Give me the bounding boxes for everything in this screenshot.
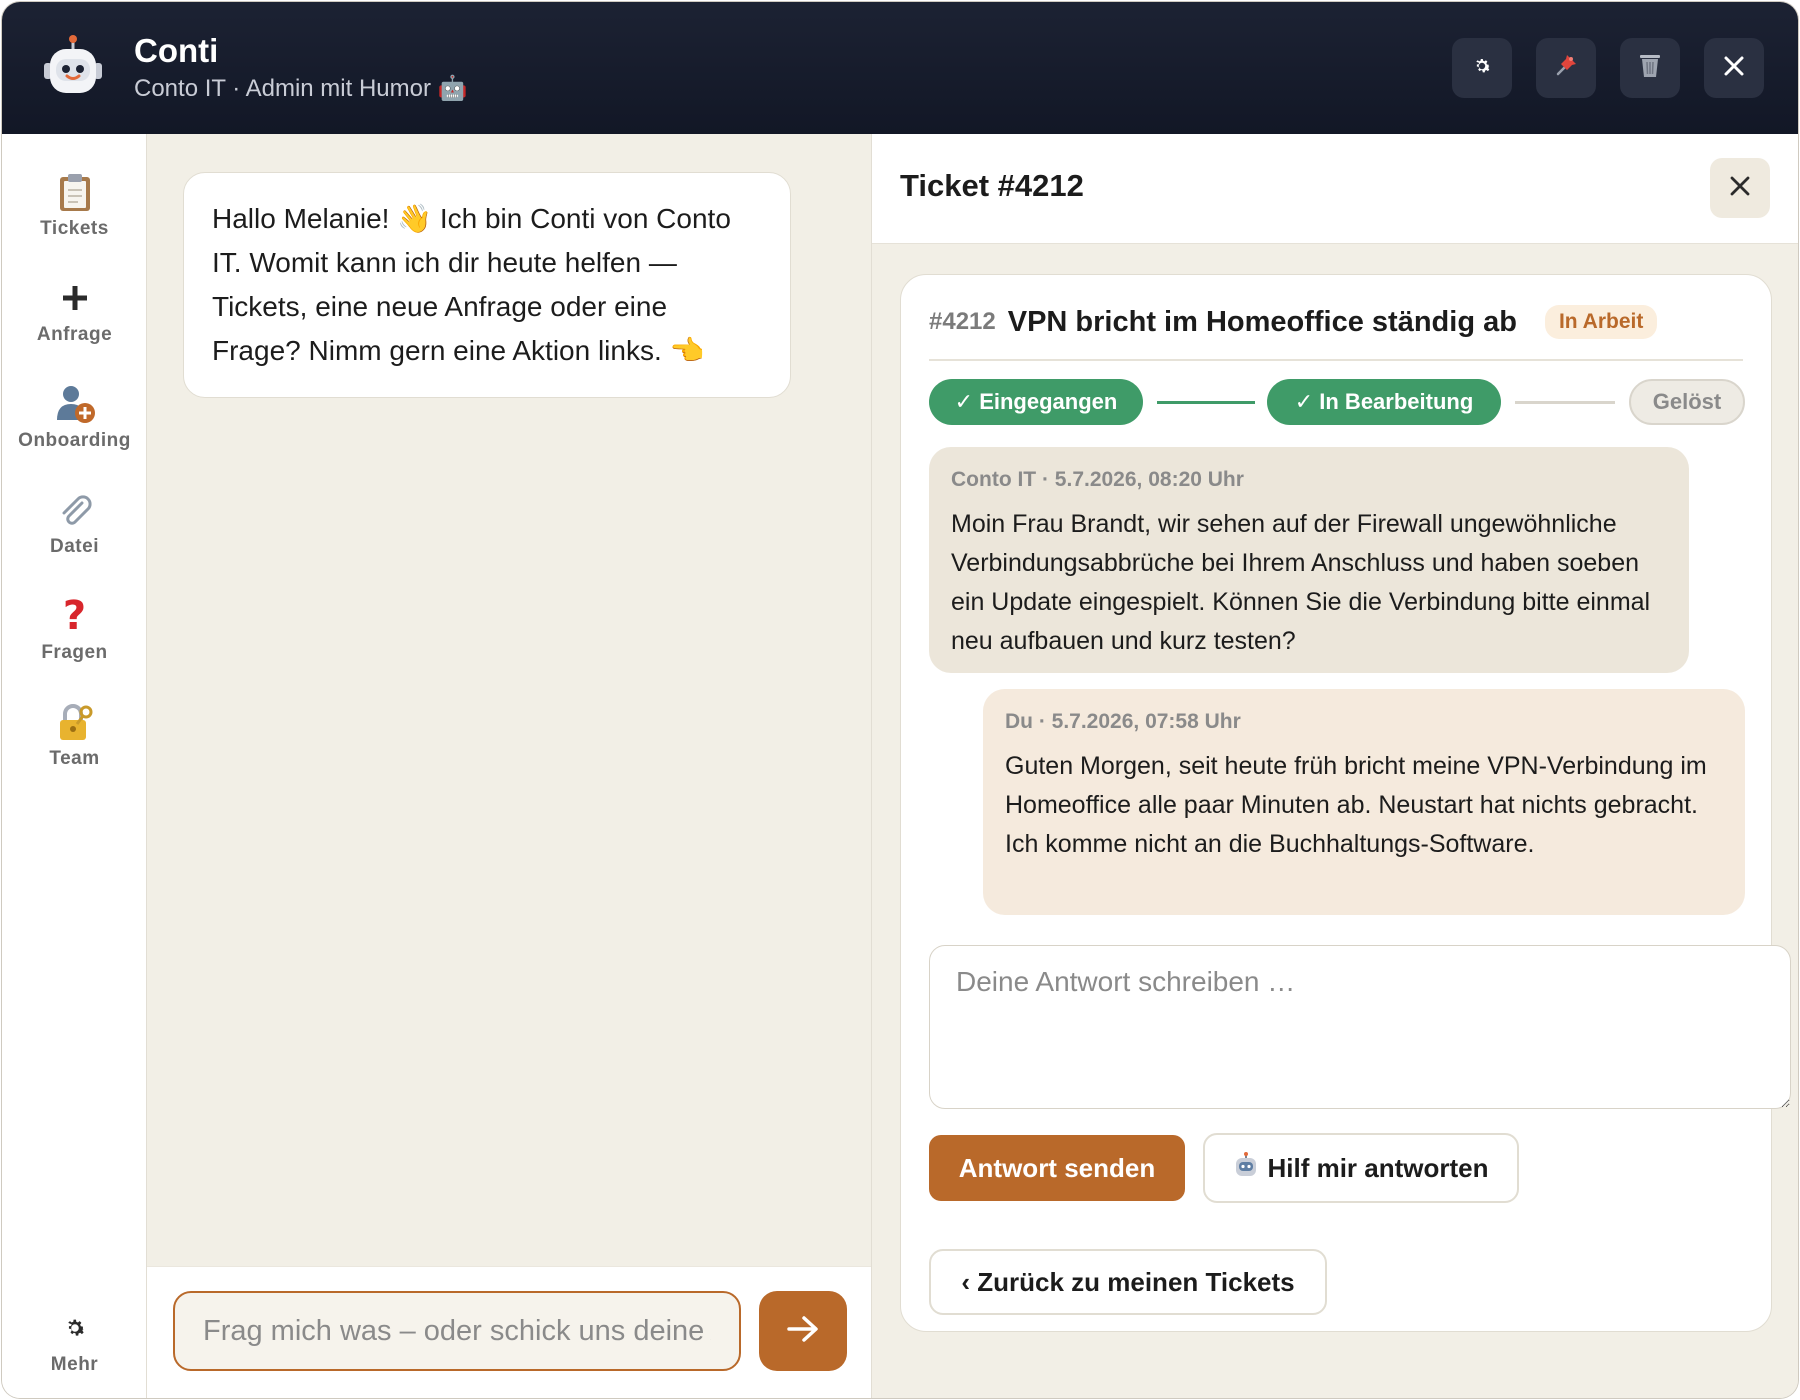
sidebar-item-mehr[interactable]: Mehr xyxy=(2,1306,147,1396)
pin-button[interactable] xyxy=(1536,38,1596,98)
chat-area: Hallo Melanie! 👋 Ich bin Conti von Conto… xyxy=(147,134,871,1398)
sidebar-item-fragen[interactable]: ? Fragen xyxy=(2,594,147,684)
chat-composer xyxy=(147,1266,871,1398)
message-meta: Du · 5.7.2026, 07:58 Uhr xyxy=(1005,710,1241,733)
header-actions xyxy=(1452,38,1764,98)
send-message-button[interactable] xyxy=(759,1291,847,1371)
sidebar-item-tickets[interactable]: Tickets xyxy=(2,170,147,260)
message-text: Moin Frau Brandt, wir sehen auf der Fire… xyxy=(951,510,1651,655)
close-ticket-button[interactable] xyxy=(1710,158,1770,218)
sidebar-item-label: Tickets xyxy=(40,218,109,239)
sidebar-item-label: Onboarding xyxy=(18,430,131,451)
message-text: Guten Morgen, seit heute früh bricht mei… xyxy=(1005,752,1707,858)
app-title: Conti xyxy=(134,32,219,69)
staff-message: Conto IT · 5.7.2026, 08:20 Uhr Moin Frau… xyxy=(929,447,1689,673)
sidebar-item-datei[interactable]: Datei xyxy=(2,488,147,578)
robot-avatar-icon xyxy=(40,35,106,101)
ticket-panel-header: Ticket #4212 xyxy=(872,134,1798,244)
bot-greeting-message: Hallo Melanie! 👋 Ich bin Conti von Conto… xyxy=(183,172,791,398)
chat-input[interactable] xyxy=(173,1291,741,1371)
close-window-button[interactable] xyxy=(1704,38,1764,98)
settings-button[interactable] xyxy=(1452,38,1512,98)
header: Conti Conto IT · Admin mit Humor 🤖 xyxy=(2,2,1798,134)
sidebar-item-label: Datei xyxy=(50,536,99,557)
ticket-progress: ✓ Eingegangen ✓ In Bearbeitung Gelöst xyxy=(929,379,1745,427)
divider xyxy=(929,359,1743,361)
progress-connector xyxy=(1157,401,1255,404)
close-icon xyxy=(1729,175,1751,202)
sidebar-item-label: Team xyxy=(49,748,100,769)
ticket-heading: #4212 VPN bricht im Homeoffice ständig a… xyxy=(929,305,1658,339)
progress-step-received: ✓ Eingegangen xyxy=(929,379,1143,425)
app-window: Conti Conto IT · Admin mit Humor 🤖 Ticke… xyxy=(2,2,1798,1398)
back-to-tickets-button[interactable]: ‹ Zurück zu meinen Tickets xyxy=(929,1249,1327,1315)
sidebar-item-label: Anfrage xyxy=(36,324,113,345)
lock-key-icon xyxy=(53,700,97,744)
sidebar-item-onboarding[interactable]: Onboarding xyxy=(2,382,147,472)
reply-textarea[interactable] xyxy=(929,945,1791,1109)
ticket-card: #4212 VPN bricht im Homeoffice ständig a… xyxy=(900,274,1791,1332)
user-message: Du · 5.7.2026, 07:58 Uhr Guten Morgen, s… xyxy=(983,689,1745,915)
question-icon: ? xyxy=(62,593,87,639)
paperclip-icon xyxy=(53,488,97,532)
trash-icon xyxy=(1636,50,1664,87)
sidebar: Tickets Anfrage Onboarding Datei ? Frage… xyxy=(2,134,147,1398)
app-subtitle: Conto IT · Admin mit Humor 🤖 xyxy=(134,75,468,102)
ticket-panel: Ticket #4212 #4212 VPN bricht im Homeoff… xyxy=(871,134,1798,1398)
progress-connector xyxy=(1515,401,1615,404)
gear-icon xyxy=(53,1306,97,1350)
progress-step-resolved: Gelöst xyxy=(1629,379,1745,425)
ticket-subject: VPN bricht im Homeoffice ständig ab xyxy=(1007,305,1517,338)
send-reply-button[interactable]: Antwort senden xyxy=(929,1135,1185,1201)
user-add-icon xyxy=(53,382,97,426)
sidebar-item-team[interactable]: Team xyxy=(2,700,147,790)
pin-icon xyxy=(1552,51,1580,86)
status-badge: In Arbeit xyxy=(1544,305,1658,339)
message-meta: Conto IT · 5.7.2026, 08:20 Uhr xyxy=(951,468,1244,491)
sidebar-item-label: Mehr xyxy=(50,1354,99,1375)
ticket-number: #4212 xyxy=(929,308,996,335)
progress-step-in-progress: ✓ In Bearbeitung xyxy=(1267,379,1501,425)
robot-icon xyxy=(1233,1151,1259,1185)
arrow-right-icon xyxy=(786,1314,820,1349)
delete-button[interactable] xyxy=(1620,38,1680,98)
ticket-panel-title: Ticket #4212 xyxy=(900,168,1084,203)
help-reply-label: Hilf mir antworten xyxy=(1267,1152,1489,1183)
help-reply-button[interactable]: Hilf mir antworten xyxy=(1203,1133,1519,1203)
plus-icon xyxy=(53,276,97,320)
clipboard-icon xyxy=(53,170,97,214)
gear-icon xyxy=(1471,53,1493,84)
sidebar-item-anfrage[interactable]: Anfrage xyxy=(2,276,147,366)
close-icon xyxy=(1723,53,1745,84)
sidebar-item-label: Fragen xyxy=(41,642,108,663)
